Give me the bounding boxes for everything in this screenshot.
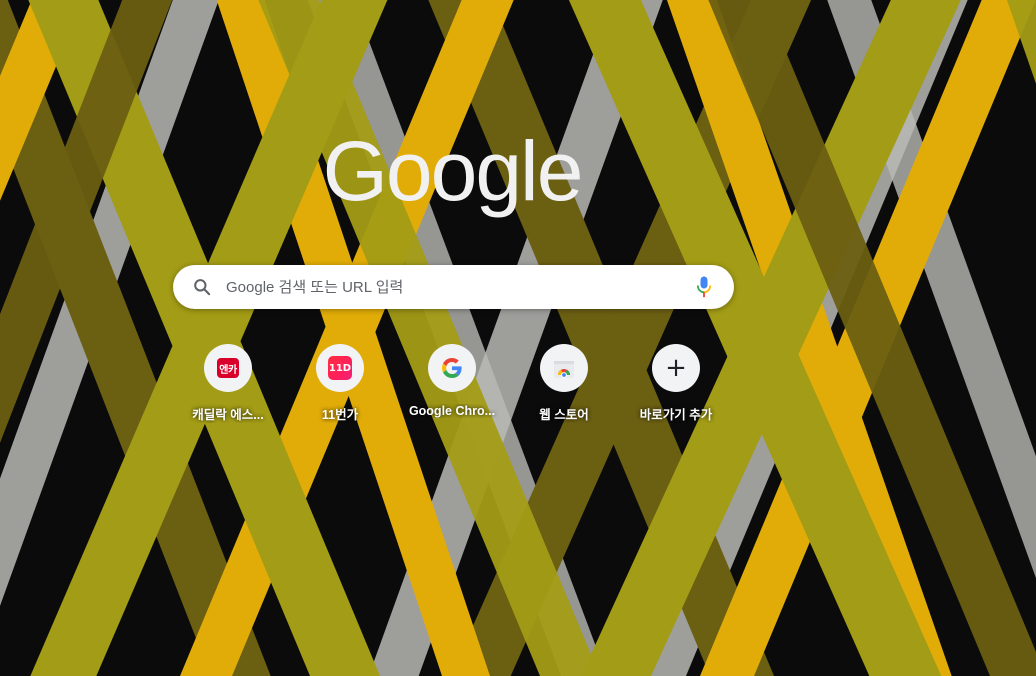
shortcut-icon-wrapper: + (652, 344, 700, 392)
search-box[interactable] (173, 265, 734, 309)
shortcut-icon-wrapper: 11D (316, 344, 364, 392)
enka-favicon-icon: 엔카 (217, 358, 239, 378)
google-logo: Google (323, 126, 584, 218)
search-icon (190, 275, 214, 299)
add-shortcut-button[interactable]: + 바로가기 추가 (620, 340, 732, 430)
search-input[interactable] (224, 266, 692, 308)
shortcut-icon-wrapper (428, 344, 476, 392)
shortcut-title: 11번가 (321, 408, 359, 422)
new-tab-page: Google 엔카 캐딜락 에스... (0, 0, 1036, 676)
plus-icon: + (665, 353, 687, 383)
shortcut-tiles: 엔카 캐딜락 에스... 11D 11번가 Google Chro... 웹 스… (172, 340, 732, 430)
shortcut-tile-encar[interactable]: 엔카 캐딜락 에스... (172, 340, 284, 430)
shortcut-title: 웹 스토어 (539, 408, 589, 422)
shortcut-tile-google-chrome[interactable]: Google Chro... (396, 340, 508, 430)
microphone-icon[interactable] (692, 275, 716, 299)
google-g-icon (442, 358, 462, 378)
shortcut-title: 캐딜락 에스... (192, 408, 264, 422)
shortcut-tile-web-store[interactable]: 웹 스토어 (508, 340, 620, 430)
shortcut-title: 바로가기 추가 (639, 408, 713, 422)
11st-favicon-icon: 11D (328, 356, 352, 380)
shortcut-title: Google Chro... (408, 404, 496, 418)
chrome-web-store-icon (554, 361, 574, 378)
google-logo-text: Google (323, 126, 582, 218)
shortcut-tile-11st[interactable]: 11D 11번가 (284, 340, 396, 430)
shortcut-icon-wrapper: 엔카 (204, 344, 252, 392)
background-image (0, 0, 1036, 676)
shortcut-icon-wrapper (540, 344, 588, 392)
